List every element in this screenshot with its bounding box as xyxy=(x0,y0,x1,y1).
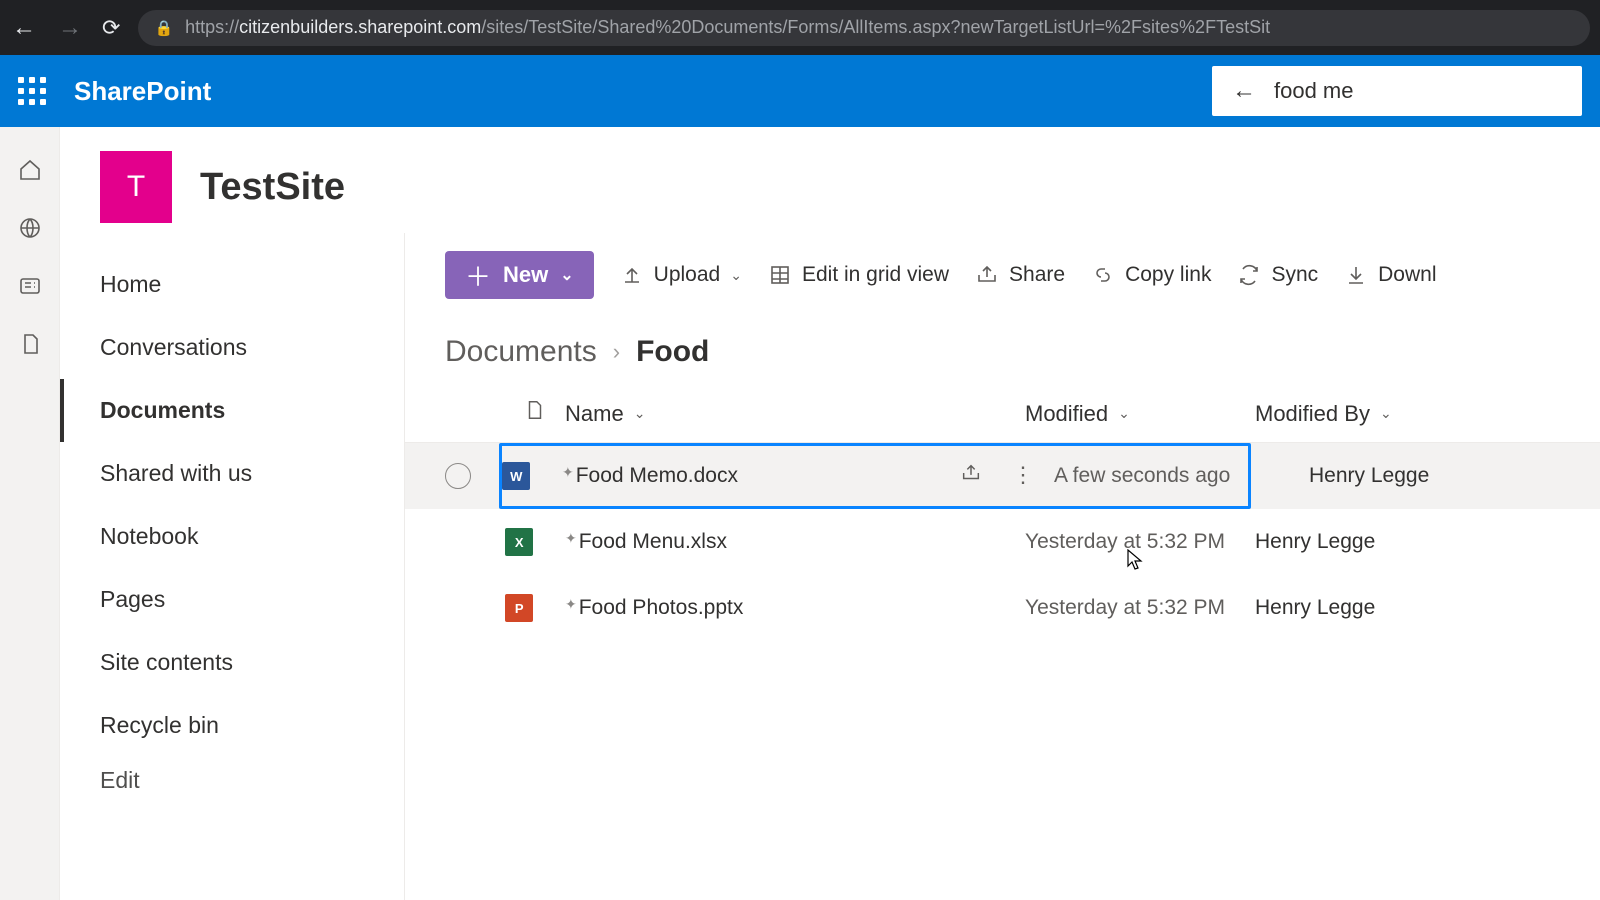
new-button-label: New xyxy=(503,262,548,288)
row-select-circle[interactable] xyxy=(445,463,471,489)
site-area: T TestSite Home Conversations Documents … xyxy=(60,127,1600,900)
site-header: T TestSite xyxy=(60,127,1600,233)
chevron-right-icon: › xyxy=(613,339,620,365)
upload-button[interactable]: Upload ⌄ xyxy=(620,263,742,287)
table-row[interactable]: W ✦Food Memo.docx ⋮ A few seconds ago He… xyxy=(405,443,1600,509)
nav-item-home[interactable]: Home xyxy=(60,253,404,316)
suite-bar: SharePoint ← xyxy=(0,55,1600,127)
plus-icon: ＋ xyxy=(465,257,491,294)
excel-file-icon: X xyxy=(505,528,533,556)
table-row[interactable]: P ✦Food Photos.pptx Yesterday at 5:32 PM… xyxy=(405,575,1600,641)
new-indicator-icon: ✦ xyxy=(565,530,577,546)
browser-chrome: ← → ⟳ 🔒 https://citizenbuilders.sharepoi… xyxy=(0,0,1600,55)
download-label: Downl xyxy=(1378,263,1436,287)
site-title: TestSite xyxy=(200,166,345,209)
browser-forward-button[interactable]: → xyxy=(56,14,84,42)
breadcrumb: Documents › Food xyxy=(405,317,1600,387)
column-modified[interactable]: Modified ⌄ xyxy=(1025,401,1255,427)
app-rail xyxy=(0,127,60,900)
chevron-down-icon: ⌄ xyxy=(1118,405,1130,422)
powerpoint-file-icon: P xyxy=(505,594,533,622)
site-logo: T xyxy=(100,151,172,223)
share-row-icon[interactable] xyxy=(960,462,982,490)
browser-back-button[interactable]: ← xyxy=(10,14,38,42)
copy-link-label: Copy link xyxy=(1125,263,1211,287)
nav-item-conversations[interactable]: Conversations xyxy=(60,316,404,379)
column-modified-by-label: Modified By xyxy=(1255,401,1370,427)
nav-item-pages[interactable]: Pages xyxy=(60,568,404,631)
document-list: Name ⌄ Modified ⌄ Modified By ⌄ xyxy=(405,387,1600,641)
nav-item-notebook[interactable]: Notebook xyxy=(60,505,404,568)
column-name-label: Name xyxy=(565,401,624,427)
lock-icon: 🔒 xyxy=(154,19,173,37)
more-actions-icon[interactable]: ⋮ xyxy=(1012,462,1034,490)
highlight-box: W ✦Food Memo.docx ⋮ A few seconds ago xyxy=(499,443,1251,509)
download-button[interactable]: Downl xyxy=(1344,263,1436,287)
brand-label: SharePoint xyxy=(74,76,211,107)
news-icon[interactable] xyxy=(17,273,43,299)
sync-button[interactable]: Sync xyxy=(1237,263,1318,287)
search-back-icon[interactable]: ← xyxy=(1232,77,1256,105)
chevron-down-icon: ⌄ xyxy=(560,265,573,285)
file-modified: Yesterday at 5:32 PM xyxy=(1025,596,1255,620)
chevron-down-icon: ⌄ xyxy=(730,267,742,284)
sync-label: Sync xyxy=(1271,263,1318,287)
upload-label: Upload xyxy=(654,263,721,287)
home-icon[interactable] xyxy=(17,157,43,183)
command-bar: ＋ New ⌄ Upload ⌄ Edit in grid view xyxy=(405,233,1600,317)
nav-item-recyclebin[interactable]: Recycle bin xyxy=(60,694,404,757)
new-button[interactable]: ＋ New ⌄ xyxy=(445,251,594,299)
chevron-down-icon: ⌄ xyxy=(1380,405,1392,422)
file-modified: Yesterday at 5:32 PM xyxy=(1025,530,1255,554)
search-box[interactable]: ← xyxy=(1212,66,1582,116)
shell: T TestSite Home Conversations Documents … xyxy=(0,127,1600,900)
new-indicator-icon: ✦ xyxy=(562,464,574,480)
nav-item-shared[interactable]: Shared with us xyxy=(60,442,404,505)
content-area: ＋ New ⌄ Upload ⌄ Edit in grid view xyxy=(405,233,1600,900)
search-input[interactable] xyxy=(1274,78,1562,104)
share-button[interactable]: Share xyxy=(975,263,1065,287)
file-type-icon xyxy=(505,399,565,428)
file-modified-by[interactable]: Henry Legge xyxy=(1255,596,1455,620)
column-modified-label: Modified xyxy=(1025,401,1108,427)
column-name[interactable]: Name ⌄ xyxy=(565,401,1025,427)
copy-link-button[interactable]: Copy link xyxy=(1091,263,1211,287)
word-file-icon: W xyxy=(502,462,530,490)
nav-item-edit[interactable]: Edit xyxy=(60,757,404,794)
file-modified-by[interactable]: Henry Legge xyxy=(1255,464,1455,488)
globe-icon[interactable] xyxy=(17,215,43,241)
share-label: Share xyxy=(1009,263,1065,287)
column-header-row: Name ⌄ Modified ⌄ Modified By ⌄ xyxy=(405,387,1600,443)
left-nav: Home Conversations Documents Shared with… xyxy=(60,233,405,900)
browser-address-bar[interactable]: 🔒 https://citizenbuilders.sharepoint.com… xyxy=(138,10,1590,46)
edit-grid-button[interactable]: Edit in grid view xyxy=(768,263,949,287)
edit-grid-label: Edit in grid view xyxy=(802,263,949,287)
column-modified-by[interactable]: Modified By ⌄ xyxy=(1255,401,1455,427)
nav-item-documents[interactable]: Documents xyxy=(60,379,404,442)
file-name[interactable]: ✦Food Memo.docx xyxy=(562,464,738,488)
file-modified: A few seconds ago xyxy=(1054,464,1244,488)
files-icon[interactable] xyxy=(17,331,43,357)
breadcrumb-current: Food xyxy=(636,335,709,369)
app-launcher-icon[interactable] xyxy=(18,77,46,105)
browser-reload-button[interactable]: ⟳ xyxy=(102,15,120,41)
new-indicator-icon: ✦ xyxy=(565,596,577,612)
site-body: Home Conversations Documents Shared with… xyxy=(60,233,1600,900)
table-row[interactable]: X ✦Food Menu.xlsx Yesterday at 5:32 PM H… xyxy=(405,509,1600,575)
file-modified-by[interactable]: Henry Legge xyxy=(1255,530,1455,554)
file-name[interactable]: ✦Food Menu.xlsx xyxy=(565,530,727,554)
chevron-down-icon: ⌄ xyxy=(634,405,646,422)
url-text: https://citizenbuilders.sharepoint.com/s… xyxy=(185,17,1270,38)
breadcrumb-root[interactable]: Documents xyxy=(445,335,597,369)
nav-item-sitecontents[interactable]: Site contents xyxy=(60,631,404,694)
file-name[interactable]: ✦Food Photos.pptx xyxy=(565,596,743,620)
